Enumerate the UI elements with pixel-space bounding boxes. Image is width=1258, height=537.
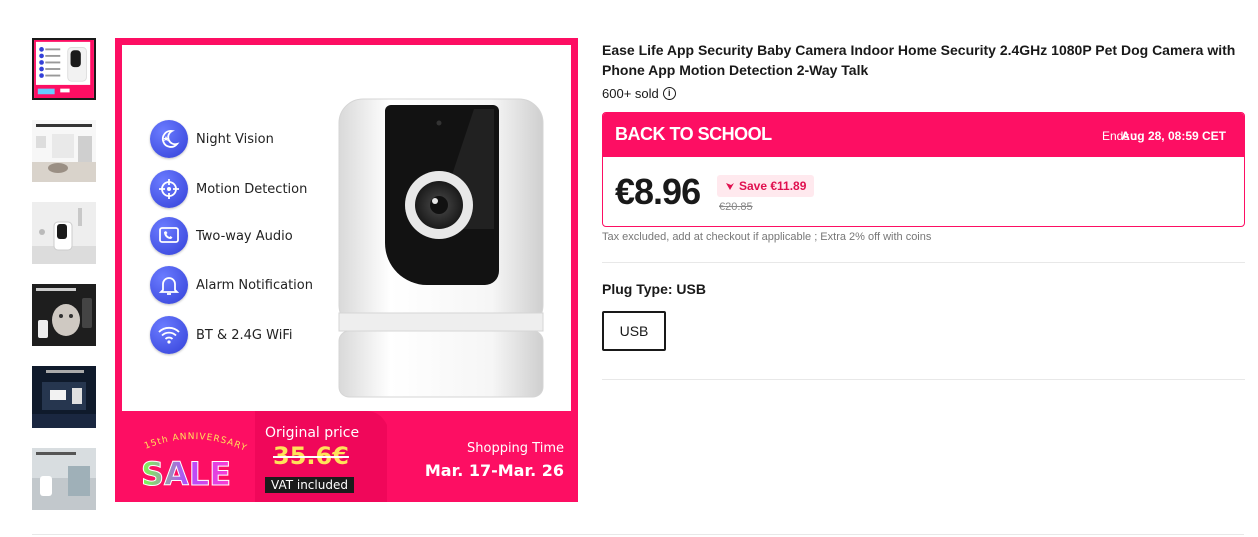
- bell-icon: [150, 266, 188, 304]
- feature-motion-detection: Motion Detection: [150, 170, 307, 208]
- svg-text:15th ANNIVERSARY: 15th ANNIVERSARY: [143, 432, 248, 454]
- tax-note: Tax excluded, add at checkout if applica…: [602, 231, 932, 243]
- thumbnail-5[interactable]: [32, 366, 96, 428]
- page-divider: [32, 534, 1244, 535]
- feature-night-vision: Night Vision: [150, 120, 274, 158]
- divider: [602, 379, 1245, 380]
- feature-label: Motion Detection: [196, 181, 308, 197]
- thumbnail-1[interactable]: [32, 38, 96, 100]
- save-badge: Save €11.89: [717, 175, 815, 197]
- sold-count: 600+ sold i: [602, 86, 676, 101]
- product-image-panel: Night Vision Motion Detection Two-way Au…: [122, 45, 571, 411]
- anniversary-label: 15th ANNIVERSARY: [143, 432, 247, 454]
- phone-call-icon: [150, 217, 188, 255]
- motion-target-icon: [150, 170, 188, 208]
- save-amount: Save €11.89: [739, 179, 807, 193]
- thumbnail-4-image: [32, 284, 96, 346]
- feature-two-way-audio: Two-way Audio: [150, 217, 293, 255]
- vat-label: VAT included: [265, 477, 354, 493]
- thumbnail-3[interactable]: [32, 202, 96, 264]
- deal-name: BACK TO SCHOOL: [615, 124, 772, 144]
- deal-header: BACK TO SCHOOL Ends : Aug 28, 08:59 CET: [603, 113, 1244, 157]
- thumbnail-6[interactable]: [32, 448, 96, 510]
- original-price-value: 35.6€: [273, 442, 349, 470]
- feature-label: BT & 2.4G WiFi: [196, 327, 293, 343]
- feature-label: Two-way Audio: [196, 228, 293, 244]
- shopping-time-label: Shopping Time: [467, 441, 564, 456]
- sold-count-text: 600+ sold: [602, 86, 659, 101]
- plug-option-usb[interactable]: USB: [602, 311, 666, 351]
- sale-wordmark: SALE: [141, 455, 231, 493]
- info-icon[interactable]: i: [662, 87, 676, 100]
- thumbnail-1-image: [34, 40, 94, 98]
- deal-ends-value: Aug 28, 08:59 CET: [1121, 129, 1226, 143]
- current-price: €8.96: [615, 171, 701, 212]
- thumbnail-4[interactable]: [32, 284, 96, 346]
- old-price: €20.85: [719, 201, 753, 213]
- feature-label: Alarm Notification: [196, 277, 313, 293]
- shopping-dates: Mar. 17-Mar. 26: [424, 461, 564, 480]
- anniversary-sale-logo: 15th ANNIVERSARY SALE: [141, 432, 248, 494]
- feature-alarm-notification: Alarm Notification: [150, 266, 313, 304]
- thumbnail-6-image: [32, 448, 96, 510]
- divider: [602, 262, 1245, 263]
- thumbnail-2[interactable]: [32, 120, 96, 182]
- thumbnail-2-image: [32, 120, 96, 182]
- product-title: Ease Life App Security Baby Camera Indoo…: [602, 42, 1236, 78]
- feature-label: Night Vision: [196, 131, 274, 147]
- arrow-down-icon: [726, 183, 734, 190]
- original-price-label: Original price: [265, 425, 360, 441]
- plug-type-label: Plug Type: USB: [602, 281, 706, 297]
- wifi-icon: [150, 316, 188, 354]
- moon-icon: [150, 120, 188, 158]
- thumbnail-5-image: [32, 366, 96, 428]
- camera-illustration: [338, 98, 544, 398]
- feature-wifi: BT & 2.4G WiFi: [150, 316, 292, 354]
- main-product-image[interactable]: Night Vision Motion Detection Two-way Au…: [115, 38, 578, 502]
- thumbnail-3-image: [32, 202, 96, 264]
- deal-card: BACK TO SCHOOL Ends : Aug 28, 08:59 CET …: [602, 112, 1245, 227]
